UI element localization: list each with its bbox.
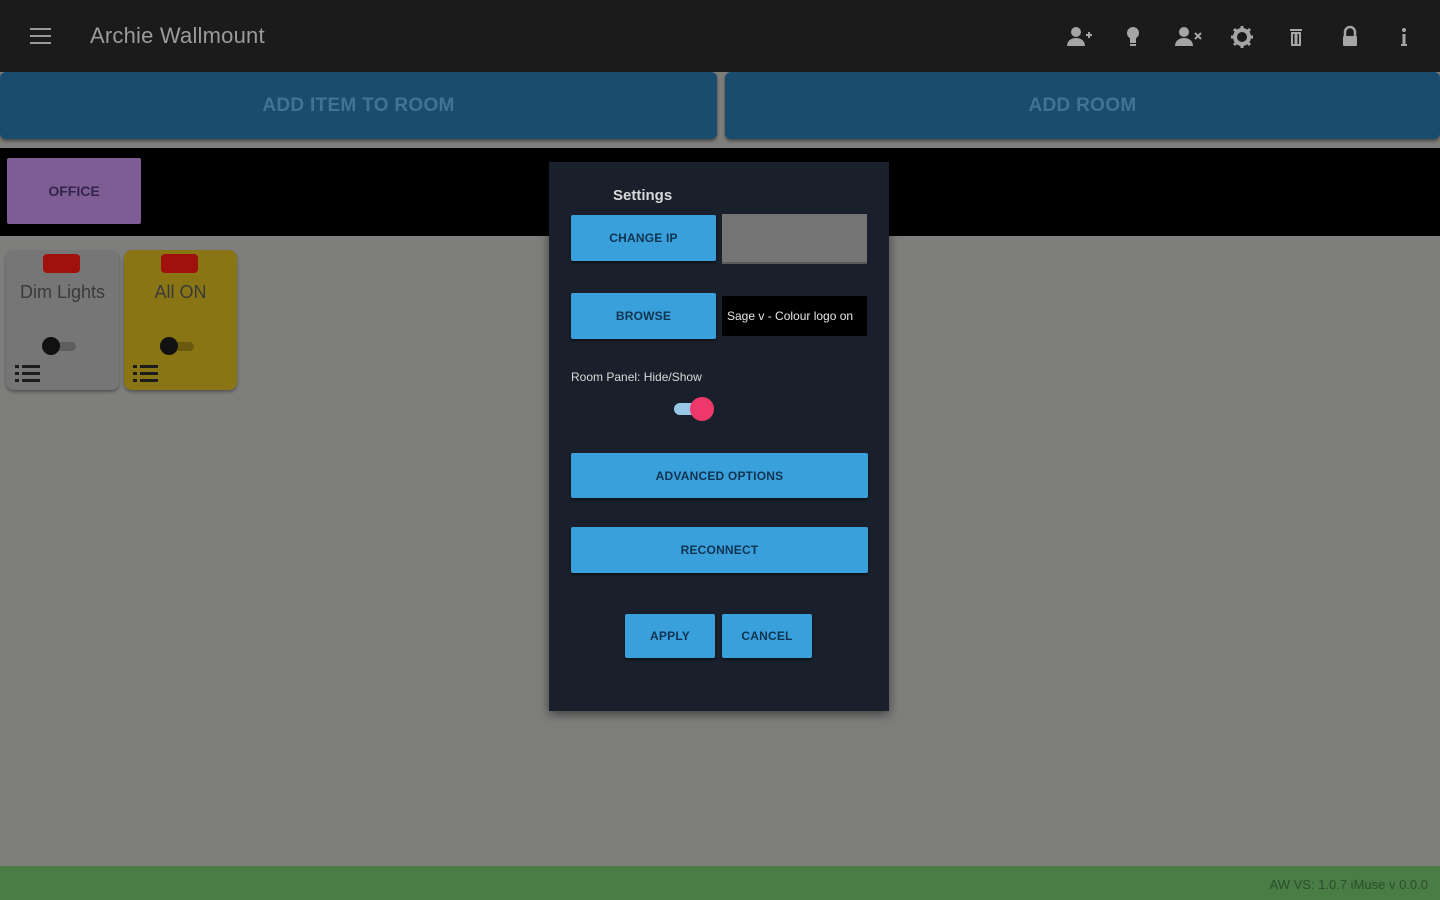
gear-icon[interactable] xyxy=(1227,22,1257,52)
app-title: Archie Wallmount xyxy=(90,23,265,48)
apply-button[interactable]: APPLY xyxy=(625,614,715,658)
add-user-icon[interactable] xyxy=(1064,22,1094,52)
remove-user-icon[interactable] xyxy=(1173,22,1203,52)
add-item-to-room-button[interactable]: ADD ITEM TO ROOM xyxy=(0,72,717,139)
room-tab-office[interactable]: OFFICE xyxy=(7,158,141,224)
device-toggle[interactable] xyxy=(42,337,76,355)
selected-logo-value: Sage v - Colour logo on xyxy=(722,296,867,336)
lock-icon[interactable] xyxy=(1335,22,1365,52)
device-card[interactable]: All ON xyxy=(124,250,237,390)
ip-field[interactable] xyxy=(722,214,867,264)
browse-button[interactable]: BROWSE xyxy=(571,293,716,339)
device-label: Dim Lights xyxy=(19,282,106,302)
info-icon[interactable] xyxy=(1389,22,1419,52)
list-settings-icon[interactable] xyxy=(15,363,41,385)
trash-icon[interactable] xyxy=(1281,22,1311,52)
add-room-button[interactable]: ADD ROOM xyxy=(725,72,1440,139)
status-led[interactable] xyxy=(161,254,198,273)
room-panel-toggle[interactable] xyxy=(672,397,714,421)
room-panel-label: Room Panel: Hide/Show xyxy=(571,370,702,384)
menu-icon[interactable] xyxy=(22,18,58,54)
dialog-title: Settings xyxy=(613,187,673,204)
status-led[interactable] xyxy=(43,254,80,273)
advanced-options-button[interactable]: ADVANCED OPTIONS xyxy=(571,453,868,498)
cancel-button[interactable]: CANCEL xyxy=(722,614,812,658)
lightbulb-icon[interactable] xyxy=(1118,22,1148,52)
device-card[interactable]: Dim Lights xyxy=(6,250,119,390)
footer xyxy=(0,866,1440,900)
change-ip-button[interactable]: CHANGE IP xyxy=(571,215,716,261)
device-toggle[interactable] xyxy=(160,337,194,355)
version-text: AW VS: 1.0.7 iMuse v 0.0.0 xyxy=(1269,877,1428,892)
list-settings-icon[interactable] xyxy=(133,363,159,385)
device-label: All ON xyxy=(154,282,207,302)
reconnect-button[interactable]: RECONNECT xyxy=(571,527,868,573)
